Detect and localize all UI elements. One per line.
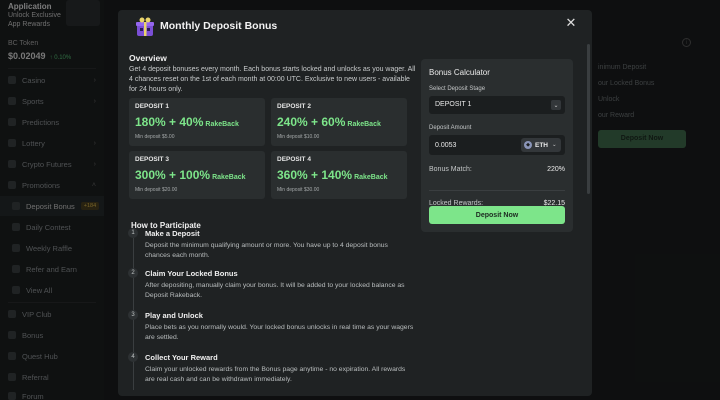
deposit-label: DEPOSIT 4: [277, 156, 311, 163]
rakeback-label: RakeBack: [347, 121, 381, 128]
deposit-percent: 300% + 100%: [135, 168, 211, 182]
rakeback-label: RakeBack: [354, 174, 388, 181]
modal-scrollbar[interactable]: [587, 44, 590, 194]
eth-icon: ◆: [524, 141, 532, 149]
currency-value: ETH: [535, 141, 548, 149]
step-number: 1: [128, 228, 138, 238]
min-deposit: Min deposit $10.00: [277, 134, 320, 140]
min-deposit: Min deposit $20.00: [135, 187, 178, 193]
min-deposit: Min deposit $30.00: [277, 187, 320, 193]
step-number: 4: [128, 352, 138, 362]
min-deposit: Min deposit $5.00: [135, 134, 175, 140]
step-description: Claim your unlocked rewards from the Bon…: [145, 366, 406, 383]
chevron-down-icon: ⌄: [551, 100, 561, 110]
amount-label: Deposit Amount: [429, 125, 472, 131]
stage-label: Select Deposit Stage: [429, 86, 486, 92]
step-title: Make a Deposit: [145, 229, 200, 238]
deposit-percent: 360% + 140%: [277, 168, 353, 182]
deposit-card-3: DEPOSIT 3 300% + 100% RakeBack Min deposi…: [129, 151, 265, 199]
bonus-match-label: Bonus Match:: [429, 166, 472, 173]
stage-value: DEPOSIT 1: [435, 101, 472, 108]
deposit-label: DEPOSIT 2: [277, 103, 311, 110]
deposit-label: DEPOSIT 1: [135, 103, 169, 110]
overview-text: Get 4 deposit bonuses every month. Each …: [129, 66, 416, 93]
step-number: 2: [128, 268, 138, 278]
bonus-match-value: 220%: [547, 166, 565, 173]
deposit-percent: 240% + 60%: [277, 115, 346, 129]
rakeback-label: RakeBack: [205, 121, 239, 128]
rakeback-label: RakeBack: [212, 174, 246, 181]
chevron-down-icon: ⌄: [552, 142, 557, 148]
modal-title: Monthly Deposit Bonus: [160, 20, 278, 32]
currency-select[interactable]: ◆ ETH ⌄: [521, 138, 561, 152]
calculator-title: Bonus Calculator: [429, 68, 490, 77]
gift-box-icon: [136, 17, 154, 36]
close-icon[interactable]: ✕: [562, 14, 580, 32]
deposit-bonus-modal: Monthly Deposit Bonus ✕ Overview Get 4 d…: [118, 10, 592, 396]
deposit-amount-input[interactable]: [435, 138, 515, 152]
deposit-amount-field: ◆ ETH ⌄: [429, 135, 565, 155]
step-title: Collect Your Reward: [145, 353, 218, 362]
step-title: Play and Unlock: [145, 311, 203, 320]
step-description: Place bets as you normally would. Your l…: [145, 324, 414, 341]
deposit-stage-select[interactable]: DEPOSIT 1 ⌄: [429, 96, 565, 114]
deposit-card-4: DEPOSIT 4 360% + 140% RakeBack Min deposi…: [271, 151, 407, 199]
deposit-label: DEPOSIT 3: [135, 156, 169, 163]
bonus-calculator: Bonus Calculator Select Deposit Stage DE…: [421, 59, 573, 232]
deposit-card-2: DEPOSIT 2 240% + 60% RakeBack Min deposit…: [271, 98, 407, 146]
bonus-match-row: Bonus Match: 220%: [429, 166, 565, 173]
overview-heading: Overview: [129, 53, 167, 63]
step-number: 3: [128, 310, 138, 320]
step-description: Deposit the minimum qualifying amount or…: [145, 242, 388, 259]
divider: [429, 190, 565, 191]
deposit-now-button[interactable]: Deposit Now: [429, 206, 565, 224]
deposit-card-1: DEPOSIT 1 180% + 40% RakeBack Min deposit…: [129, 98, 265, 146]
modal-header: Monthly Deposit Bonus ✕: [118, 10, 592, 44]
step-description: After depositing, manually claim your bo…: [145, 282, 405, 299]
deposit-percent: 180% + 40%: [135, 115, 204, 129]
step-title: Claim Your Locked Bonus: [145, 269, 238, 278]
